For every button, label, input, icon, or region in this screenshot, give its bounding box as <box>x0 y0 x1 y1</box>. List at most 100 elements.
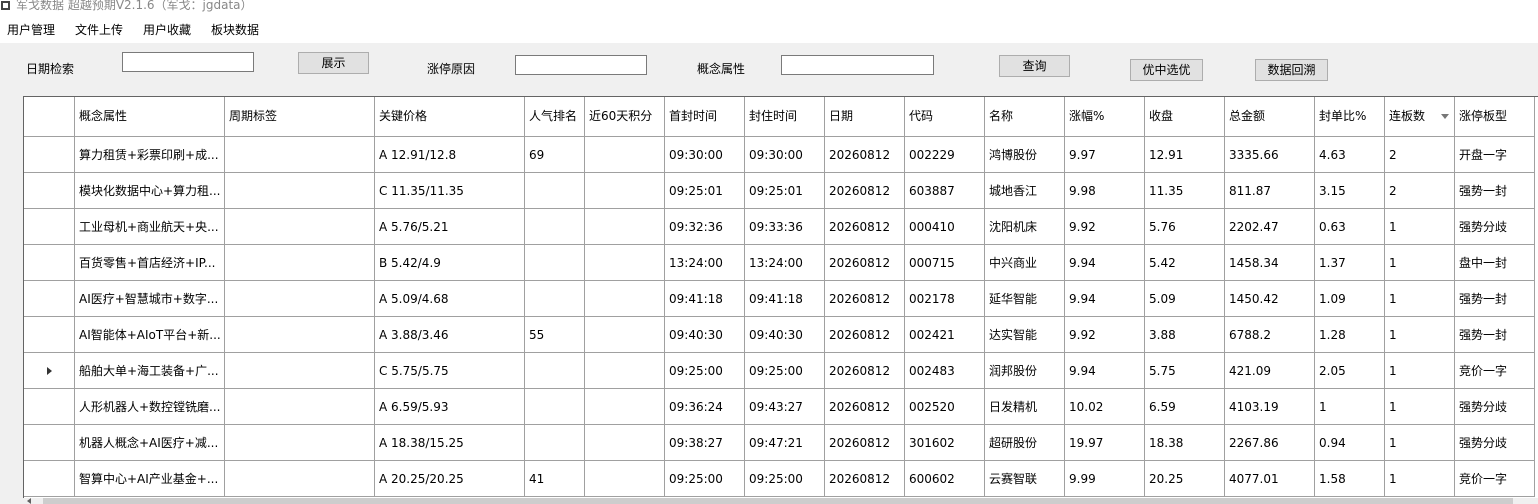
row-header[interactable] <box>24 389 75 424</box>
cell-close[interactable]: 6.59 <box>1145 389 1225 424</box>
cell-name[interactable]: 中兴商业 <box>985 245 1065 280</box>
cell-limit-up-type[interactable]: 盘中一封 <box>1455 245 1535 280</box>
cell-score-60d[interactable] <box>585 461 665 496</box>
cell-popularity-rank[interactable]: 55 <box>525 317 585 352</box>
cell-code[interactable]: 000715 <box>905 245 985 280</box>
cell-popularity-rank[interactable] <box>525 281 585 316</box>
cell-seal-time[interactable]: 09:30:00 <box>745 137 825 172</box>
row-header[interactable] <box>24 425 75 460</box>
scroll-left-arrow-icon[interactable] <box>27 498 31 504</box>
menu-sector-data[interactable]: 板块数据 <box>211 21 259 38</box>
cell-code[interactable]: 600602 <box>905 461 985 496</box>
cell-change-pct[interactable]: 9.97 <box>1065 137 1145 172</box>
cell-limit-up-type[interactable]: 竞价一字 <box>1455 461 1535 496</box>
table-row[interactable]: AI智能体+AIoT平台+新... A 3.88/3.46 55 09:40:30 09… <box>24 317 1535 353</box>
stock-data-grid[interactable]: 概念属性 周期标签 关键价格 人气排名 近60天积分 首封时间 封住时间 日期 代码 名称 涨幅% 收… <box>23 96 1538 498</box>
cell-first-seal-time[interactable]: 09:25:00 <box>665 353 745 388</box>
select-best-button[interactable]: 优中选优 <box>1130 59 1203 81</box>
cell-seal-time[interactable]: 09:40:30 <box>745 317 825 352</box>
cell-change-pct[interactable]: 9.94 <box>1065 281 1145 316</box>
cell-date[interactable]: 20260812 <box>825 425 905 460</box>
cell-close[interactable]: 18.38 <box>1145 425 1225 460</box>
table-row[interactable]: 百货零售+首店经济+IP... B 5.42/4.9 13:24:00 13:24:0… <box>24 245 1535 281</box>
cell-name[interactable]: 云赛智联 <box>985 461 1065 496</box>
cell-board-count[interactable]: 1 <box>1385 209 1455 244</box>
table-row[interactable]: AI医疗+智慧城市+数字... A 5.09/4.68 09:41:18 09:41:… <box>24 281 1535 317</box>
row-header[interactable] <box>24 173 75 208</box>
cell-name[interactable]: 日发精机 <box>985 389 1065 424</box>
cell-first-seal-time[interactable]: 09:38:27 <box>665 425 745 460</box>
cell-date[interactable]: 20260812 <box>825 353 905 388</box>
menu-user-favorites[interactable]: 用户收藏 <box>143 21 191 38</box>
cell-close[interactable]: 11.35 <box>1145 173 1225 208</box>
cell-seal-time[interactable]: 09:43:27 <box>745 389 825 424</box>
cell-limit-up-type[interactable]: 强势分歧 <box>1455 425 1535 460</box>
row-header[interactable] <box>24 137 75 172</box>
column-header-concept[interactable]: 概念属性 <box>75 97 225 136</box>
cell-cycle-tag[interactable] <box>225 137 375 172</box>
cell-date[interactable]: 20260812 <box>825 389 905 424</box>
cell-name[interactable]: 鸿博股份 <box>985 137 1065 172</box>
cell-score-60d[interactable] <box>585 245 665 280</box>
cell-code[interactable]: 002178 <box>905 281 985 316</box>
column-header-key-price[interactable]: 关键价格 <box>375 97 525 136</box>
cell-change-pct[interactable]: 9.99 <box>1065 461 1145 496</box>
cell-key-price[interactable]: A 12.91/12.8 <box>375 137 525 172</box>
cell-board-count[interactable]: 1 <box>1385 353 1455 388</box>
cell-concept[interactable]: 模块化数据中心+算力租... <box>75 173 225 208</box>
cell-close[interactable]: 5.42 <box>1145 245 1225 280</box>
cell-name[interactable]: 延华智能 <box>985 281 1065 316</box>
column-header-code[interactable]: 代码 <box>905 97 985 136</box>
cell-board-count[interactable]: 1 <box>1385 461 1455 496</box>
cell-seal-ratio[interactable]: 1.58 <box>1315 461 1385 496</box>
cell-popularity-rank[interactable] <box>525 245 585 280</box>
column-header-popularity-rank[interactable]: 人气排名 <box>525 97 585 136</box>
cell-key-price[interactable]: A 6.59/5.93 <box>375 389 525 424</box>
cell-date[interactable]: 20260812 <box>825 317 905 352</box>
cell-seal-time[interactable]: 09:41:18 <box>745 281 825 316</box>
cell-concept[interactable]: 工业母机+商业航天+央... <box>75 209 225 244</box>
concept-attribute-input[interactable] <box>781 55 934 75</box>
cell-popularity-rank[interactable] <box>525 353 585 388</box>
cell-first-seal-time[interactable]: 13:24:00 <box>665 245 745 280</box>
horizontal-scrollbar[interactable] <box>23 498 1538 504</box>
cell-code[interactable]: 603887 <box>905 173 985 208</box>
cell-total-amount[interactable]: 421.09 <box>1225 353 1315 388</box>
cell-key-price[interactable]: A 3.88/3.46 <box>375 317 525 352</box>
cell-close[interactable]: 20.25 <box>1145 461 1225 496</box>
cell-board-count[interactable]: 1 <box>1385 425 1455 460</box>
cell-first-seal-time[interactable]: 09:41:18 <box>665 281 745 316</box>
cell-limit-up-type[interactable]: 强势一封 <box>1455 173 1535 208</box>
cell-name[interactable]: 城地香江 <box>985 173 1065 208</box>
cell-cycle-tag[interactable] <box>225 425 375 460</box>
row-header[interactable] <box>24 353 75 388</box>
cell-concept[interactable]: 算力租赁+彩票印刷+成... <box>75 137 225 172</box>
cell-cycle-tag[interactable] <box>225 245 375 280</box>
cell-score-60d[interactable] <box>585 281 665 316</box>
cell-seal-ratio[interactable]: 4.63 <box>1315 137 1385 172</box>
cell-change-pct[interactable]: 9.92 <box>1065 209 1145 244</box>
cell-seal-ratio[interactable]: 3.15 <box>1315 173 1385 208</box>
table-row[interactable]: 智算中心+AI产业基金+... A 20.25/20.25 41 09:25:00 09… <box>24 461 1535 497</box>
cell-score-60d[interactable] <box>585 389 665 424</box>
column-header-cycle-tag[interactable]: 周期标签 <box>225 97 375 136</box>
cell-limit-up-type[interactable]: 竞价一字 <box>1455 353 1535 388</box>
cell-code[interactable]: 002229 <box>905 137 985 172</box>
cell-change-pct[interactable]: 9.92 <box>1065 317 1145 352</box>
table-row[interactable]: 模块化数据中心+算力租... C 11.35/11.35 09:25:01 09:25… <box>24 173 1535 209</box>
cell-board-count[interactable]: 2 <box>1385 173 1455 208</box>
cell-close[interactable]: 12.91 <box>1145 137 1225 172</box>
row-header[interactable] <box>24 317 75 352</box>
cell-change-pct[interactable]: 9.94 <box>1065 353 1145 388</box>
cell-seal-time[interactable]: 09:25:00 <box>745 353 825 388</box>
column-header-limit-up-type[interactable]: 涨停板型 <box>1455 97 1535 136</box>
cell-total-amount[interactable]: 3335.66 <box>1225 137 1315 172</box>
cell-score-60d[interactable] <box>585 173 665 208</box>
cell-board-count[interactable]: 1 <box>1385 281 1455 316</box>
cell-date[interactable]: 20260812 <box>825 281 905 316</box>
row-header[interactable] <box>24 245 75 280</box>
cell-seal-ratio[interactable]: 0.94 <box>1315 425 1385 460</box>
cell-change-pct[interactable]: 9.94 <box>1065 245 1145 280</box>
cell-first-seal-time[interactable]: 09:32:36 <box>665 209 745 244</box>
cell-total-amount[interactable]: 4077.01 <box>1225 461 1315 496</box>
